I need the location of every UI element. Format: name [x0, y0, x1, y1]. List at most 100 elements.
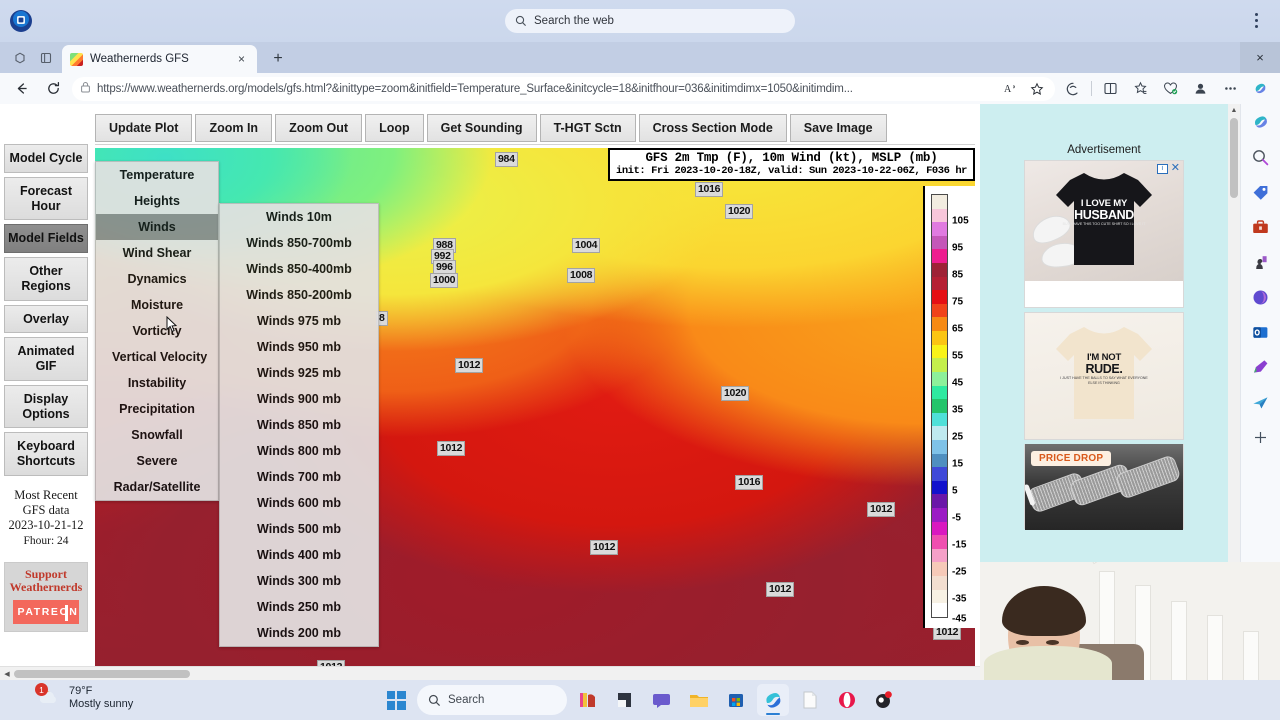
close-icon[interactable]: ✕: [1171, 163, 1180, 174]
menu-item-winds-10m[interactable]: Winds 10m: [220, 204, 378, 230]
menu-item-heights[interactable]: Heights: [96, 188, 218, 214]
copilot-sidebar-icon[interactable]: [1248, 77, 1272, 101]
tools-icon[interactable]: [1249, 215, 1273, 239]
send-icon[interactable]: [1249, 390, 1273, 414]
menu-item-winds-300mb[interactable]: Winds 300 mb: [220, 568, 378, 594]
adchoices-icon[interactable]: i: [1156, 163, 1168, 174]
cross-section-mode-button[interactable]: Cross Section Mode: [638, 114, 787, 142]
menu-item-winds-600mb[interactable]: Winds 600 mb: [220, 490, 378, 516]
menu-item-precipitation[interactable]: Precipitation: [96, 396, 218, 422]
taskbar-app-obs[interactable]: [868, 684, 900, 716]
ad-grill-basket[interactable]: PRICE DROP: [1024, 444, 1184, 530]
menu-item-snowfall[interactable]: Snowfall: [96, 422, 218, 448]
menu-item-instability[interactable]: Instability: [96, 370, 218, 396]
menu-item-winds-850mb[interactable]: Winds 850 mb: [220, 412, 378, 438]
menu-item-winds-950mb[interactable]: Winds 950 mb: [220, 334, 378, 360]
adchoices-controls[interactable]: i ✕: [1156, 163, 1180, 174]
menu-item-winds-925mb[interactable]: Winds 925 mb: [220, 360, 378, 386]
menu-item-winds-500mb[interactable]: Winds 500 mb: [220, 516, 378, 542]
menu-item-winds[interactable]: Winds: [96, 214, 218, 240]
menu-item-wind-shear[interactable]: Wind Shear: [96, 240, 218, 266]
menu-item-winds-850-700mb[interactable]: Winds 850-700mb: [220, 230, 378, 256]
menu-item-winds-850-200mb[interactable]: Winds 850-200mb: [220, 282, 378, 308]
browser-essentials-icon[interactable]: [1158, 77, 1182, 101]
nav-item-keyboard-shortcuts[interactable]: Keyboard Shortcuts: [4, 432, 88, 476]
add-icon[interactable]: [1249, 425, 1273, 449]
loop-button[interactable]: Loop: [365, 114, 424, 142]
menu-item-winds-850-400mb[interactable]: Winds 850-400mb: [220, 256, 378, 282]
tab-actions-icon[interactable]: [8, 46, 32, 70]
taskbar-weather-widget[interactable]: 1 79°F Mostly sunny: [35, 683, 133, 712]
update-plot-button[interactable]: Update Plot: [95, 114, 193, 142]
designer-icon[interactable]: [1249, 355, 1273, 379]
tab-vertical-icon[interactable]: [34, 46, 58, 70]
copilot-icon[interactable]: [1249, 110, 1273, 134]
nav-item-model-cycle[interactable]: Model Cycle: [4, 144, 88, 173]
menu-item-radar-satellite[interactable]: Radar/Satellite: [96, 474, 218, 500]
back-icon[interactable]: [8, 76, 34, 102]
zoom-out-button[interactable]: Zoom Out: [275, 114, 363, 142]
nav-item-forecast-hour[interactable]: Forecast Hour: [4, 176, 88, 221]
menu-item-winds-400mb[interactable]: Winds 400 mb: [220, 542, 378, 568]
menu-item-severe[interactable]: Severe: [96, 448, 218, 474]
sidebar-close-icon[interactable]: ×: [1240, 42, 1280, 73]
t-hgt-section-button[interactable]: T-HGT Sctn: [539, 114, 636, 142]
taskbar-app-chat[interactable]: [646, 684, 678, 716]
refresh-icon[interactable]: [40, 76, 66, 102]
menu-item-winds-975mb[interactable]: Winds 975 mb: [220, 308, 378, 334]
nav-item-model-fields[interactable]: Model Fields: [4, 224, 88, 253]
copilot-icon[interactable]: [1061, 77, 1085, 101]
taskbar-app-notepad[interactable]: [609, 684, 641, 716]
taskbar-app-file-explorer[interactable]: [683, 684, 715, 716]
save-image-button[interactable]: Save Image: [789, 114, 887, 142]
nav-item-animated-gif[interactable]: Animated GIF: [4, 337, 88, 381]
menu-item-vertical-velocity[interactable]: Vertical Velocity: [96, 344, 218, 370]
scroll-left-icon[interactable]: ◀: [0, 667, 14, 680]
taskbar-app-document[interactable]: [794, 684, 826, 716]
url-bar[interactable]: https://www.weathernerds.org/models/gfs.…: [72, 76, 1055, 101]
nav-item-other-regions[interactable]: Other Regions: [4, 257, 88, 301]
profile-icon[interactable]: [1188, 77, 1212, 101]
start-button[interactable]: [380, 684, 412, 716]
menu-item-winds-900mb[interactable]: Winds 900 mb: [220, 386, 378, 412]
taskbar-app-paint[interactable]: [572, 684, 604, 716]
get-sounding-button[interactable]: Get Sounding: [426, 114, 537, 142]
browser-tab[interactable]: Weathernerds GFS ×: [62, 45, 257, 73]
collections-icon[interactable]: [1128, 77, 1152, 101]
taskbar-app-edge[interactable]: [757, 684, 789, 716]
taskbar-app-microsoft-store[interactable]: [720, 684, 752, 716]
ad-tee-cream[interactable]: I'M NOT RUDE. I JUST HAVE THE BALLS TO S…: [1024, 312, 1184, 440]
taskbar-search-box[interactable]: Search: [417, 685, 567, 715]
patreon-support-widget[interactable]: Support Weathernerds PATREON: [4, 561, 88, 633]
microsoft365-icon[interactable]: [1249, 285, 1273, 309]
scrollbar-thumb[interactable]: [1230, 118, 1238, 198]
nav-item-display-options[interactable]: Display Options: [4, 384, 88, 429]
browser-web-search[interactable]: Search the web: [505, 9, 795, 33]
taskbar-app-opera[interactable]: [831, 684, 863, 716]
outlook-icon[interactable]: [1249, 320, 1273, 344]
new-tab-button[interactable]: +: [268, 49, 288, 69]
menu-item-moisture[interactable]: Moisture: [96, 292, 218, 318]
scroll-up-icon[interactable]: ▲: [1228, 104, 1240, 116]
search-icon[interactable]: [1249, 145, 1273, 169]
games-icon[interactable]: [1249, 250, 1273, 274]
favorite-star-icon[interactable]: [1027, 79, 1047, 99]
menu-item-winds-800mb[interactable]: Winds 800 mb: [220, 438, 378, 464]
menu-item-vorticity[interactable]: Vorticity: [96, 318, 218, 344]
split-screen-icon[interactable]: [1098, 77, 1122, 101]
nav-item-overlay[interactable]: Overlay: [4, 304, 88, 334]
menu-item-dynamics[interactable]: Dynamics: [96, 266, 218, 292]
menu-item-temperature[interactable]: Temperature: [96, 162, 218, 188]
patreon-button[interactable]: PATREON: [13, 600, 79, 625]
menu-item-winds-250mb[interactable]: Winds 250 mb: [220, 594, 378, 620]
tab-close-icon[interactable]: ×: [234, 52, 249, 67]
read-aloud-icon[interactable]: A: [1001, 79, 1021, 99]
zoom-in-button[interactable]: Zoom In: [195, 114, 273, 142]
shopping-tag-icon[interactable]: [1249, 180, 1273, 204]
scrollbar-thumb[interactable]: [14, 670, 190, 678]
window-more-icon[interactable]: [1248, 6, 1264, 34]
menu-item-winds-200mb[interactable]: Winds 200 mb: [220, 620, 378, 646]
ad-tee-black[interactable]: i ✕ I LOVE MY HUSBAND BUT I HAVE THIS TO…: [1024, 160, 1184, 308]
menu-item-winds-700mb[interactable]: Winds 700 mb: [220, 464, 378, 490]
settings-more-icon[interactable]: [1218, 77, 1242, 101]
